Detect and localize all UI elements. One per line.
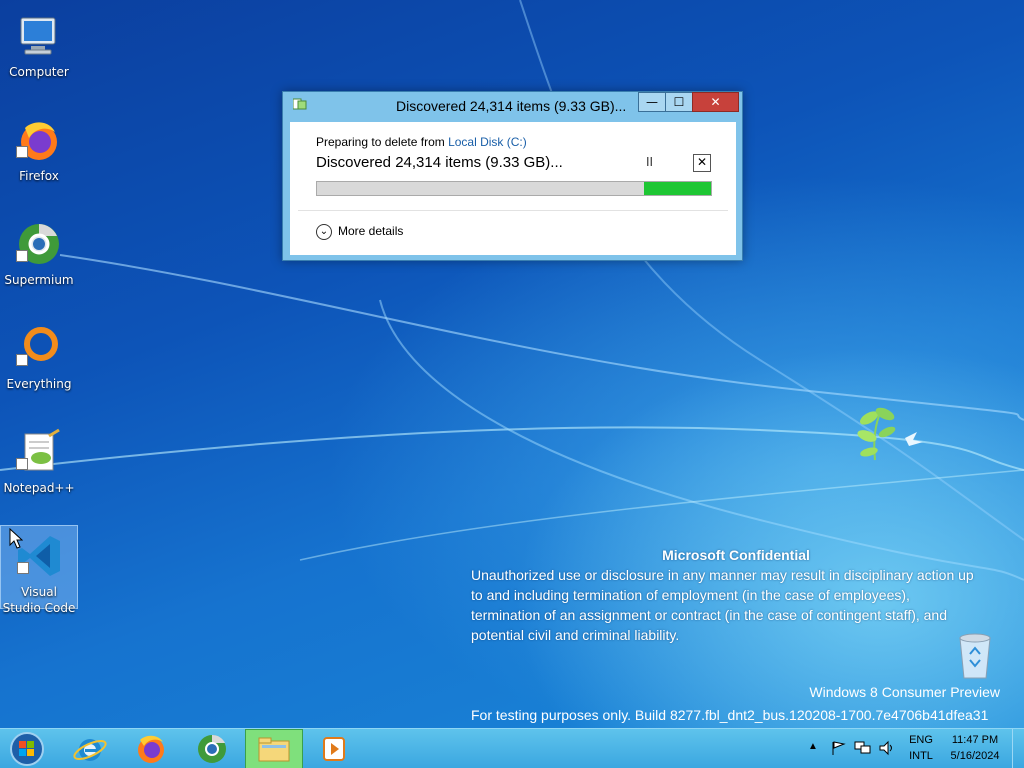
watermark-line: termination of an assignment or contract… bbox=[471, 607, 948, 623]
keyboard-layout: INTL bbox=[909, 750, 933, 762]
watermark-heading: Microsoft Confidential bbox=[662, 547, 810, 563]
confidential-watermark: Microsoft Confidential Unauthorized use … bbox=[471, 545, 1011, 645]
watermark-line: potential civil and criminal liability. bbox=[471, 627, 680, 643]
desktop-icon-supermium[interactable]: Supermium bbox=[0, 214, 78, 298]
chevron-down-icon: ⌄ bbox=[316, 224, 332, 240]
cancel-icon: ✕ bbox=[696, 155, 708, 169]
dialog-titlebar[interactable]: Discovered 24,314 items (9.33 GB)... — ☐… bbox=[283, 92, 742, 120]
desktop[interactable]: Computer Firefox Supermium Everything No… bbox=[0, 0, 1024, 768]
desktop-icon-firefox[interactable]: Firefox bbox=[0, 110, 78, 194]
edition-text: Windows 8 Consumer Preview bbox=[809, 684, 1000, 700]
build-text: For testing purposes only. Build 8277.fb… bbox=[471, 707, 989, 723]
file-operation-icon bbox=[293, 98, 307, 110]
divider bbox=[298, 210, 728, 211]
more-details-label: More details bbox=[338, 224, 404, 239]
progress-bar bbox=[316, 181, 712, 196]
network-icon[interactable] bbox=[854, 740, 872, 756]
start-orb-icon bbox=[10, 732, 44, 766]
minimize-icon: — bbox=[646, 95, 658, 109]
minimize-button[interactable]: — bbox=[638, 92, 666, 112]
shortcut-arrow-icon bbox=[17, 562, 29, 574]
watermark-line: to and including termination of employme… bbox=[471, 587, 910, 603]
watermark-line: Unauthorized use or disclosure in any ma… bbox=[471, 567, 974, 583]
maximize-button[interactable]: ☐ bbox=[665, 92, 693, 112]
desktop-icon-label: Computer bbox=[9, 65, 69, 79]
preparing-text: Preparing to delete from Local Disk (C:) bbox=[316, 135, 527, 149]
desktop-icon-notepadpp[interactable]: Notepad++ bbox=[0, 422, 78, 506]
media-player-icon bbox=[323, 737, 345, 761]
show-desktop-button[interactable] bbox=[1012, 729, 1024, 768]
taskbar-internet-explorer[interactable] bbox=[61, 729, 119, 768]
maximize-icon: ☐ bbox=[673, 95, 685, 109]
close-button[interactable]: ✕ bbox=[692, 92, 739, 112]
volume-icon[interactable] bbox=[878, 740, 896, 756]
show-hidden-icons-icon[interactable]: ▲ bbox=[808, 741, 818, 752]
clock[interactable]: 11:47 PM 5/16/2024 bbox=[942, 729, 1008, 768]
desktop-icon-label: Visual Studio Code bbox=[2, 585, 76, 615]
preparing-prefix: Preparing to delete from bbox=[316, 135, 449, 149]
desktop-icon-everything[interactable]: Everything bbox=[0, 318, 78, 402]
clock-date: 5/16/2024 bbox=[950, 750, 1000, 762]
clock-time: 11:47 PM bbox=[951, 734, 999, 746]
delete-progress-dialog: Discovered 24,314 items (9.33 GB)... — ☐… bbox=[282, 91, 743, 261]
shortcut-arrow-icon bbox=[16, 458, 28, 470]
taskbar-supermium[interactable] bbox=[183, 729, 241, 768]
pause-icon: II bbox=[646, 155, 654, 169]
dialog-title: Discovered 24,314 items (9.33 GB)... bbox=[396, 98, 627, 114]
taskbar-firefox[interactable] bbox=[122, 729, 180, 768]
desktop-icon-label: Supermium bbox=[4, 273, 74, 287]
location-link[interactable]: Local Disk (C:) bbox=[448, 135, 527, 149]
supermium-icon bbox=[198, 734, 226, 763]
file-explorer-icon bbox=[258, 737, 290, 762]
action-center-flag-icon[interactable] bbox=[830, 740, 846, 756]
taskbar: ▲ ENG INTL 11:47 PM 5/16/2024 bbox=[0, 728, 1024, 768]
language-code: ENG bbox=[909, 734, 933, 746]
desktop-icon-recycle-bin[interactable] bbox=[950, 628, 1000, 684]
close-icon: ✕ bbox=[710, 95, 721, 109]
pause-button[interactable]: II bbox=[646, 155, 653, 169]
desktop-icon-label: Everything bbox=[6, 377, 72, 391]
internet-explorer-icon bbox=[73, 739, 107, 761]
start-button[interactable] bbox=[0, 729, 58, 768]
shortcut-arrow-icon bbox=[16, 146, 28, 158]
cancel-button[interactable]: ✕ bbox=[693, 154, 711, 172]
firefox-icon bbox=[138, 735, 164, 763]
dialog-content: Preparing to delete from Local Disk (C:)… bbox=[290, 122, 736, 255]
shortcut-arrow-icon bbox=[16, 250, 28, 262]
language-indicator[interactable]: ENG INTL bbox=[904, 729, 938, 768]
desktop-icon-computer[interactable]: Computer bbox=[0, 6, 78, 90]
taskbar-media-player[interactable] bbox=[306, 729, 364, 768]
mouse-cursor-icon bbox=[9, 528, 23, 549]
more-details-button[interactable]: ⌄ More details bbox=[316, 224, 403, 240]
discovered-status: Discovered 24,314 items (9.33 GB)... bbox=[316, 154, 563, 171]
system-tray: ▲ bbox=[806, 729, 902, 768]
taskbar-file-explorer[interactable] bbox=[245, 729, 303, 768]
desktop-icon-label: Notepad++ bbox=[3, 481, 75, 495]
computer-icon bbox=[20, 17, 56, 55]
progress-fill bbox=[644, 182, 711, 195]
shortcut-arrow-icon bbox=[16, 354, 28, 366]
recycle-bin-icon bbox=[959, 633, 991, 679]
desktop-icon-label: Firefox bbox=[19, 169, 59, 183]
